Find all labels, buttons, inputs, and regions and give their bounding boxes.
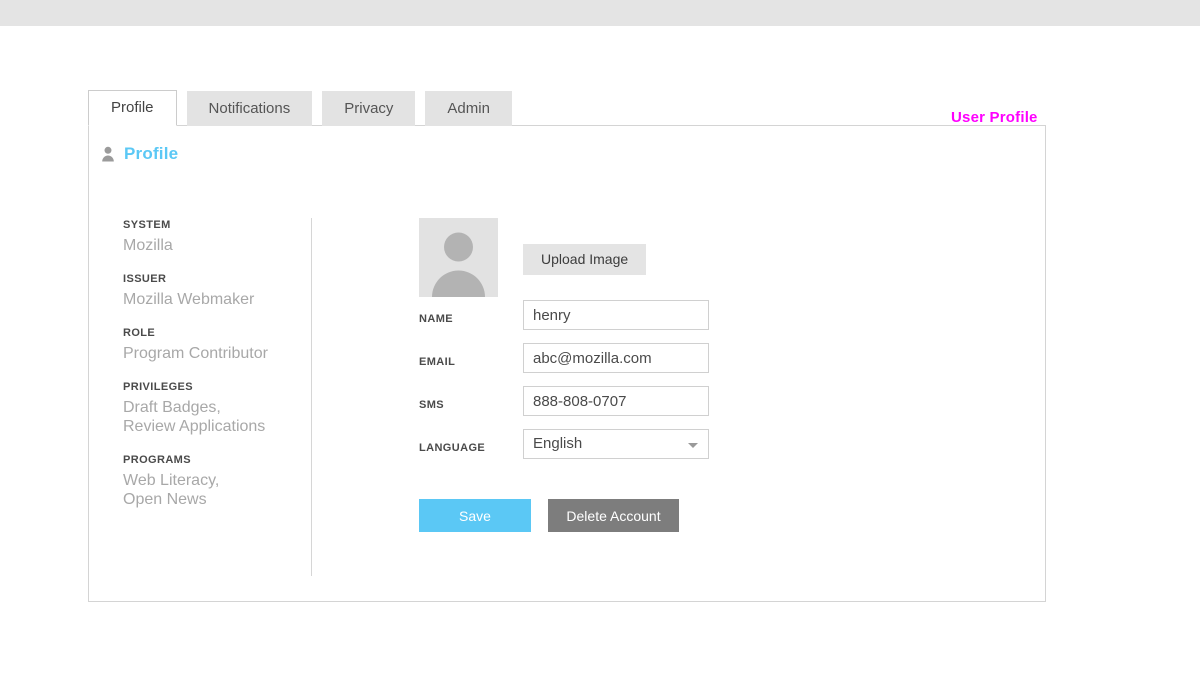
chevron-down-icon xyxy=(688,443,698,448)
tab-privacy[interactable]: Privacy xyxy=(322,91,416,126)
form-actions: Save Delete Account xyxy=(419,499,819,532)
meta-label-privileges: PRIVILEGES xyxy=(123,381,194,393)
field-label-name: NAME xyxy=(419,313,453,325)
column-divider xyxy=(311,218,312,576)
field-sms: SMS xyxy=(419,386,819,429)
meta-item-role: ROLE Program Contributor xyxy=(123,327,353,363)
name-input[interactable] xyxy=(523,300,709,330)
meta-item-programs: PROGRAMS Web Literacy, Open News xyxy=(123,454,353,509)
field-label-email: EMAIL xyxy=(419,356,456,368)
sms-input[interactable] xyxy=(523,386,709,416)
avatar-row: Upload Image xyxy=(419,218,819,300)
field-label-language: LANGUAGE xyxy=(419,442,486,454)
meta-value-role: Program Contributor xyxy=(123,345,268,362)
meta-label-system: SYSTEM xyxy=(123,219,171,231)
profile-meta-list: SYSTEM Mozilla ISSUER Mozilla Webmaker R… xyxy=(123,219,353,527)
meta-item-system: SYSTEM Mozilla xyxy=(123,219,353,255)
tab-admin[interactable]: Admin xyxy=(425,91,512,126)
tab-profile[interactable]: Profile xyxy=(88,90,177,126)
meta-item-issuer: ISSUER Mozilla Webmaker xyxy=(123,273,353,309)
profile-panel: Profile SYSTEM Mozilla ISSUER Mozilla We… xyxy=(88,125,1046,602)
meta-label-issuer: ISSUER xyxy=(123,273,167,285)
profile-form: Upload Image NAME EMAIL SMS LANGUAGE Eng… xyxy=(419,218,819,532)
save-button[interactable]: Save xyxy=(419,499,531,532)
language-select-value: English xyxy=(533,435,583,452)
meta-value-privileges: Draft Badges, Review Applications xyxy=(123,399,266,435)
meta-item-privileges: PRIVILEGES Draft Badges, Review Applicat… xyxy=(123,381,353,436)
upload-image-button[interactable]: Upload Image xyxy=(523,244,647,275)
field-label-sms: SMS xyxy=(419,399,445,411)
field-email: EMAIL xyxy=(419,343,819,386)
meta-value-issuer: Mozilla Webmaker xyxy=(123,291,255,308)
tab-strip: Profile Notifications Privacy Admin xyxy=(88,90,522,126)
meta-label-programs: PROGRAMS xyxy=(123,454,191,466)
meta-value-system: Mozilla xyxy=(123,237,173,254)
language-select[interactable]: English xyxy=(523,429,709,459)
meta-value-programs: Web Literacy, Open News xyxy=(123,472,220,508)
person-icon xyxy=(101,146,115,162)
avatar xyxy=(419,218,498,297)
delete-account-button[interactable]: Delete Account xyxy=(548,499,679,532)
field-name: NAME xyxy=(419,300,819,343)
email-input[interactable] xyxy=(523,343,709,373)
avatar-placeholder-icon xyxy=(432,232,485,297)
top-app-bar xyxy=(0,0,1200,26)
section-title: Profile xyxy=(124,144,179,163)
field-language: LANGUAGE English xyxy=(419,429,819,472)
tab-notifications[interactable]: Notifications xyxy=(186,91,313,126)
annotation-label: User Profile xyxy=(951,109,1038,126)
section-header: Profile xyxy=(101,144,178,164)
meta-label-role: ROLE xyxy=(123,327,156,339)
